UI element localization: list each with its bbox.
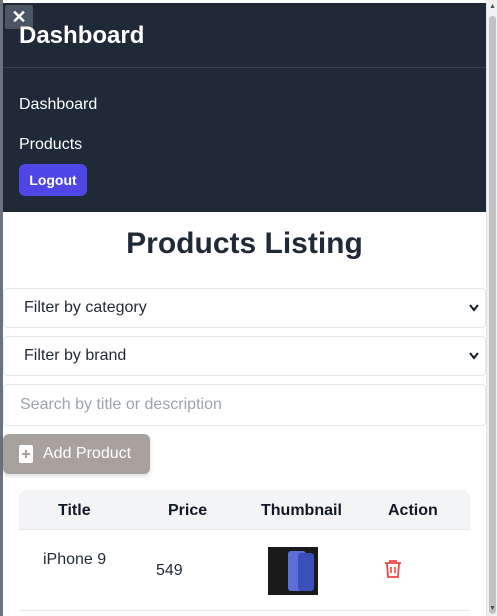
product-title: iPhone 9 [43, 551, 107, 568]
category-filter-select[interactable]: Filter by category [3, 288, 486, 328]
sidebar: ✕ Dashboard Dashboard Products Logout [3, 3, 486, 212]
column-header-price[interactable]: Price [168, 502, 207, 520]
phone-shape [298, 553, 314, 591]
search-input[interactable]: Search by title or description [3, 384, 486, 426]
column-header-action: Action [388, 502, 438, 519]
scroll-up-icon[interactable]: ▲ [487, 0, 497, 14]
column-header-title[interactable]: Title [58, 502, 91, 520]
chevron-down-icon [468, 289, 480, 342]
table-header: Title Price Thumbnail Action [19, 490, 470, 530]
sidebar-divider [3, 67, 486, 68]
products-table: Title Price Thumbnail Action iPhone 9 54… [19, 490, 470, 616]
add-product-button[interactable]: Add Product [3, 434, 150, 474]
brand-filter-value: Filter by brand [24, 347, 127, 364]
page-title: Products Listing [126, 227, 363, 260]
trash-icon[interactable] [384, 559, 402, 579]
sidebar-link-products[interactable]: Products [19, 136, 82, 154]
category-filter-value: Filter by category [24, 299, 147, 316]
brand-filter-select[interactable]: Filter by brand [3, 336, 486, 376]
table-row: iPhone 9 549 [19, 531, 470, 611]
sidebar-link-dashboard[interactable]: Dashboard [19, 96, 97, 114]
chevron-down-icon [468, 337, 480, 390]
sidebar-title: Dashboard [19, 22, 145, 49]
vertical-scrollbar[interactable]: ▲ ▼ [486, 0, 497, 616]
search-placeholder: Search by title or description [20, 396, 222, 413]
column-header-thumbnail: Thumbnail [261, 502, 342, 519]
add-product-label: Add Product [43, 445, 132, 462]
scroll-thumb[interactable] [489, 16, 496, 614]
logout-button[interactable]: Logout [19, 164, 87, 196]
scroll-down-icon[interactable]: ▼ [487, 602, 497, 616]
product-thumbnail [268, 547, 318, 595]
product-price: 549 [156, 562, 183, 579]
add-file-icon [19, 445, 33, 463]
